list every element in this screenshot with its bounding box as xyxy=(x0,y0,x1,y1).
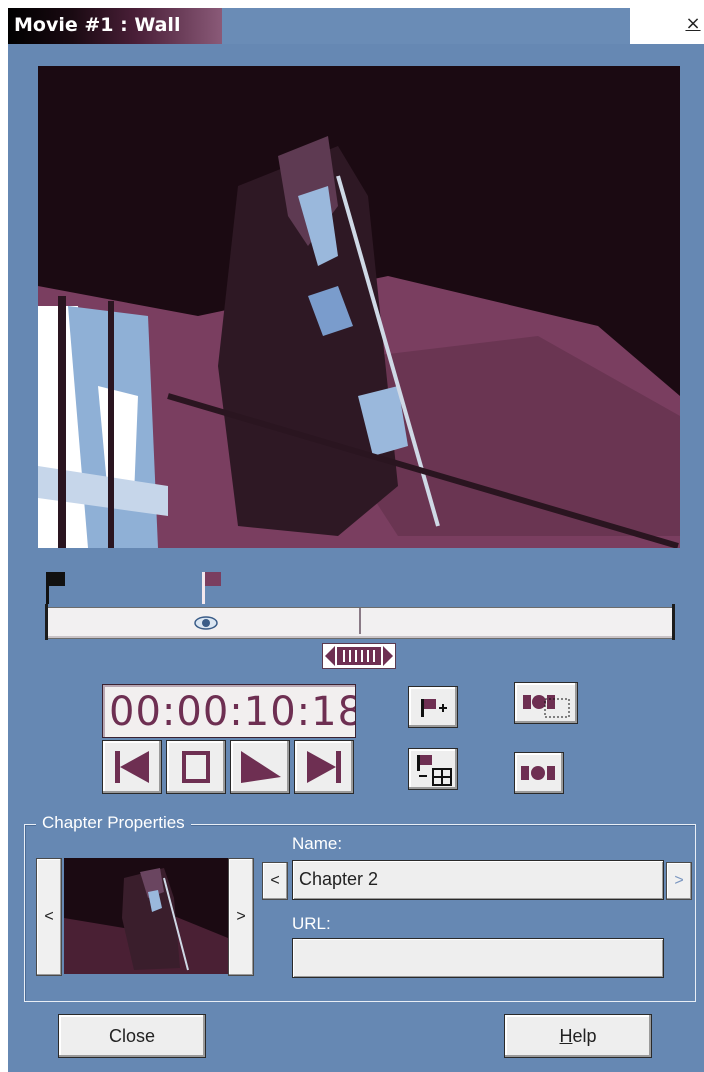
name-label: Name: xyxy=(292,834,343,853)
chevron-right-icon: > xyxy=(236,908,246,925)
eye-icon[interactable] xyxy=(194,614,218,632)
add-chapter-icon xyxy=(421,699,447,717)
url-field[interactable] xyxy=(292,938,664,978)
close-button[interactable]: Close xyxy=(58,1014,206,1058)
movie-dialog: Movie #1 : Wall × 00:00:10:18 Chapter Pr… xyxy=(0,0,704,1072)
next-chapter-button[interactable]: > xyxy=(666,862,692,900)
go-to-end-icon xyxy=(307,751,341,783)
capture-frame-button[interactable] xyxy=(514,682,578,724)
title-highlight: Movie #1 : Wall xyxy=(8,8,222,44)
prev-thumbnail-button[interactable]: < xyxy=(36,858,62,976)
play-icon xyxy=(241,751,281,783)
close-window-icon[interactable]: × xyxy=(684,14,702,36)
video-frame-image xyxy=(38,66,680,548)
title-bar[interactable]: Movie #1 : Wall xyxy=(8,8,630,44)
help-label-rest: elp xyxy=(572,1026,597,1046)
chapter-grid-button[interactable] xyxy=(408,748,458,790)
capture-frame-icon xyxy=(523,695,570,718)
timecode-display[interactable]: 00:00:10:18 xyxy=(102,684,356,738)
chapter-grid-icon xyxy=(417,755,452,786)
go-to-start-icon xyxy=(115,751,149,783)
stop-button[interactable] xyxy=(166,740,226,794)
timeline-playhead[interactable] xyxy=(359,608,361,634)
jog-dial-icon xyxy=(325,646,393,666)
chapter-flag-icon[interactable] xyxy=(202,572,224,604)
snapshot-button[interactable] xyxy=(514,752,564,794)
help-button[interactable]: Help xyxy=(504,1014,652,1058)
snapshot-icon xyxy=(521,766,555,780)
stop-icon xyxy=(182,751,210,783)
video-preview xyxy=(38,66,680,548)
window-title: Movie #1 : Wall xyxy=(14,14,181,36)
chapter-thumbnail xyxy=(64,858,228,974)
add-chapter-button[interactable] xyxy=(408,686,458,728)
timeline-scrubber[interactable] xyxy=(45,604,675,640)
chapter-name-value: Chapter 2 xyxy=(299,869,379,889)
go-to-start-button[interactable] xyxy=(102,740,162,794)
next-thumbnail-button[interactable]: > xyxy=(228,858,254,976)
prev-chapter-button[interactable]: < xyxy=(262,862,288,900)
thumbnail-image xyxy=(64,858,228,974)
chevron-right-icon: > xyxy=(674,872,684,889)
chevron-left-icon: < xyxy=(270,872,280,889)
url-label: URL: xyxy=(292,914,331,933)
chevron-left-icon: < xyxy=(44,908,54,925)
go-to-end-button[interactable] xyxy=(294,740,354,794)
help-mnemonic: H xyxy=(559,1026,573,1046)
timeline-start-cap xyxy=(45,604,48,640)
close-button-label: Close xyxy=(108,1026,156,1046)
jog-dial[interactable] xyxy=(322,643,396,669)
chapter-properties-label: Chapter Properties xyxy=(36,813,191,833)
timeline-end-cap xyxy=(672,604,675,640)
timecode-value: 00:00:10:18 xyxy=(109,689,356,735)
chapter-name-field[interactable]: Chapter 2 xyxy=(292,860,664,900)
play-button[interactable] xyxy=(230,740,290,794)
start-flag-icon[interactable] xyxy=(46,572,68,604)
